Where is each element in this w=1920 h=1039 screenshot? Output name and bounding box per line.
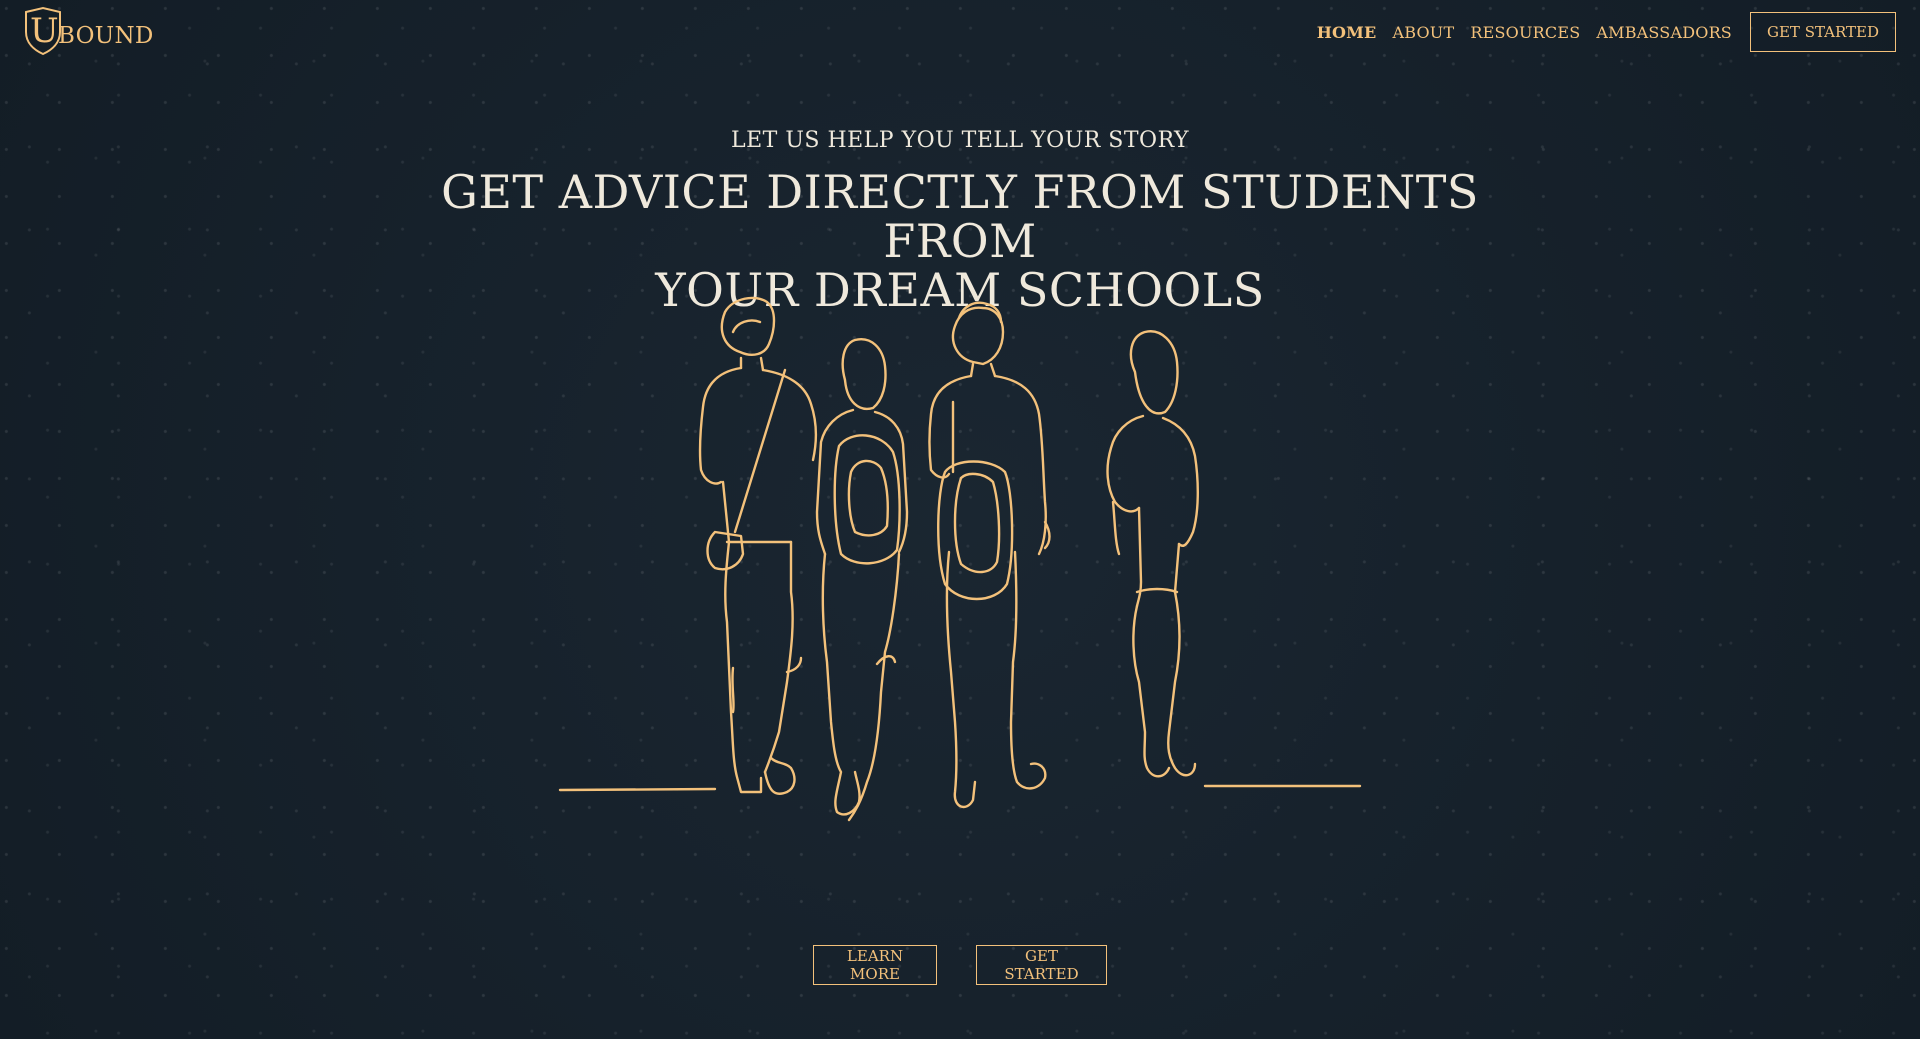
shield-icon: U <box>22 6 64 56</box>
student-3-figure <box>928 301 1051 809</box>
student-1-figure <box>698 296 817 795</box>
hero-title-line-1: GET ADVICE DIRECTLY FROM STUDENTS FROM <box>441 165 1479 268</box>
logo[interactable]: U BOUND <box>22 6 154 56</box>
logo-text: BOUND <box>58 23 154 49</box>
student-2-figure <box>815 338 909 822</box>
nav-home[interactable]: HOME <box>1317 23 1377 42</box>
logo-letter: U <box>30 11 59 51</box>
nav-about[interactable]: ABOUT <box>1392 23 1454 42</box>
main-nav: HOME ABOUT RESOURCES AMBASSADORS GET STA… <box>1317 12 1896 52</box>
student-4-figure <box>1106 330 1199 778</box>
students-walking-illustration <box>558 296 1362 822</box>
nav-ambassadors[interactable]: AMBASSADORS <box>1596 23 1732 42</box>
hero-eyebrow: LET US HELP YOU TELL YOUR STORY <box>731 128 1189 153</box>
get-started-button[interactable]: GET STARTED <box>976 945 1107 985</box>
nav-resources[interactable]: RESOURCES <box>1470 23 1580 42</box>
nav-get-started-button[interactable]: GET STARTED <box>1749 12 1896 52</box>
learn-more-button[interactable]: LEARN MORE <box>813 945 937 985</box>
